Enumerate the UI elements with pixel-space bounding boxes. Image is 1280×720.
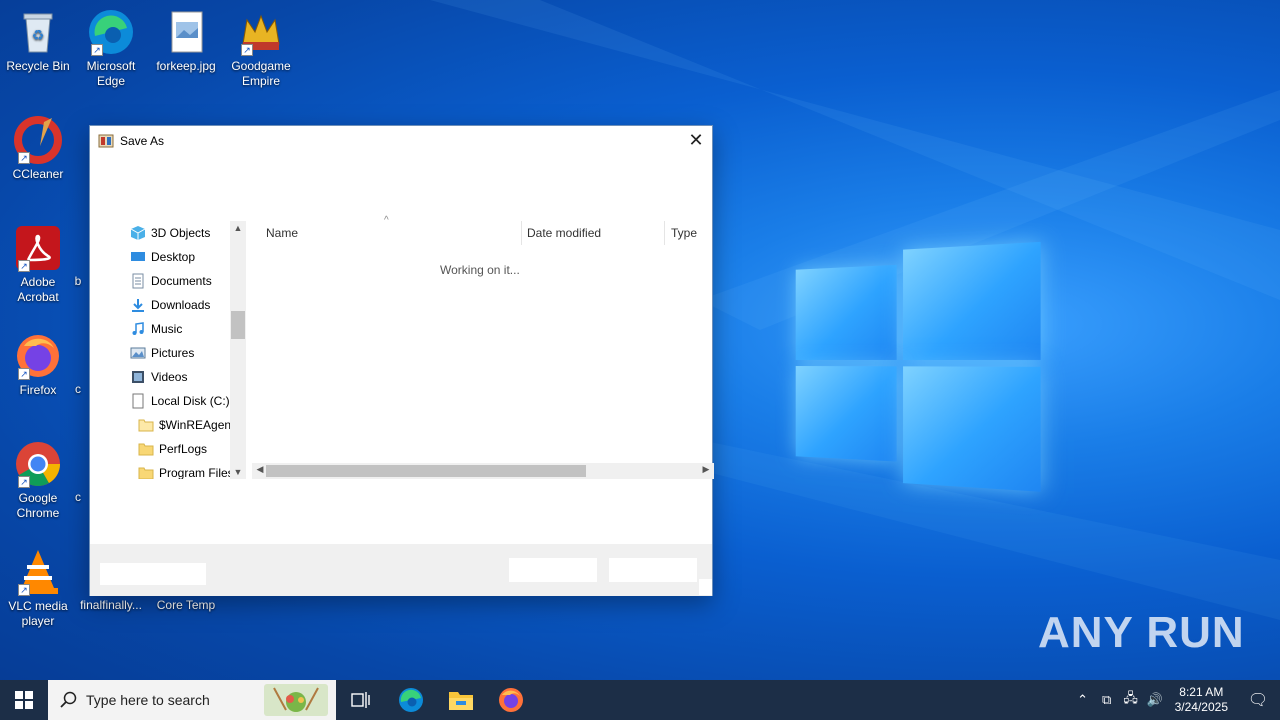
- column-name[interactable]: Name: [266, 221, 298, 245]
- start-button[interactable]: [0, 680, 48, 720]
- windows-start-icon: [15, 691, 33, 709]
- desktop-icon-recycle-bin[interactable]: ♻ Recycle Bin: [0, 8, 76, 74]
- taskbar-edge[interactable]: [386, 680, 436, 720]
- column-type[interactable]: Type: [671, 221, 697, 245]
- nav-item-music[interactable]: Music: [120, 317, 244, 341]
- scroll-down-icon[interactable]: ▼: [230, 467, 246, 477]
- scroll-right-icon[interactable]: ▶: [698, 464, 714, 475]
- desktop-folder-icon: [131, 252, 145, 261]
- column-divider[interactable]: [664, 221, 665, 245]
- desktop-icon-adobe-acrobat[interactable]: ↗ Adobe Acrobat: [0, 224, 76, 305]
- acrobat-icon: ↗: [14, 224, 62, 272]
- edge-icon: ↗: [87, 8, 135, 56]
- downloads-icon: [132, 299, 144, 312]
- music-icon: [132, 322, 144, 335]
- taskbar-file-explorer[interactable]: [436, 680, 486, 720]
- loading-status: Working on it...: [440, 263, 520, 277]
- hide-folders-toggle[interactable]: [100, 563, 206, 585]
- file-list-horizontal-scrollbar[interactable]: ◀ ▶: [252, 463, 714, 479]
- nav-item-videos[interactable]: Videos: [120, 365, 244, 389]
- task-view-icon: [351, 692, 370, 708]
- close-button[interactable]: ✕: [680, 126, 712, 154]
- crown-icon: ↗: [237, 8, 285, 56]
- desktop-icon-goodgame-empire[interactable]: ↗ Goodgame Empire: [223, 8, 299, 89]
- search-icon: [60, 691, 77, 708]
- desktop-icon-finalfinally[interactable]: finalfinally...: [73, 598, 149, 613]
- documents-icon: [132, 273, 144, 289]
- videos-icon: [132, 371, 144, 383]
- system-tray: ⌃ ⧉ 🖧 🔊 8:21 AM 3/24/2025 🗨: [1071, 680, 1280, 720]
- desktop-icon-ccleaner[interactable]: ↗ CCleaner: [0, 116, 76, 182]
- desktop-icon-core-temp[interactable]: Core Temp: [148, 598, 224, 613]
- notifications-icon[interactable]: 🗨: [1236, 690, 1280, 710]
- scroll-up-icon[interactable]: ▲: [230, 223, 246, 233]
- recycle-bin-icon: ♻: [14, 8, 62, 56]
- dialog-footer: [90, 544, 712, 596]
- taskbar-clock[interactable]: 8:21 AM 3/24/2025: [1167, 685, 1236, 715]
- desktop-icon-google-chrome[interactable]: ↗ Google Chrome: [0, 440, 76, 521]
- folder-icon: [138, 467, 154, 479]
- task-view-button[interactable]: [336, 680, 386, 720]
- nav-item-documents[interactable]: Documents: [120, 269, 244, 293]
- cancel-button[interactable]: [609, 558, 697, 582]
- dialog-title: Save As: [120, 134, 165, 148]
- nav-item-local-disk[interactable]: Local Disk (C:): [120, 389, 244, 413]
- dialog-titlebar[interactable]: Save As: [90, 126, 712, 156]
- resize-grip[interactable]: [699, 579, 712, 595]
- volume-icon[interactable]: 🔊: [1143, 692, 1167, 708]
- network-adapter-icon[interactable]: ⧉: [1095, 692, 1119, 708]
- nav-item-program-files[interactable]: Program Files: [120, 461, 244, 479]
- nav-item-winreagent[interactable]: $WinREAgent: [120, 413, 244, 437]
- file-list-header: ^ Name Date modified Type: [258, 215, 714, 251]
- windows-logo-wallpaper: [790, 223, 1050, 497]
- 3d-objects-icon: [130, 226, 146, 240]
- nav-item-perflogs[interactable]: PerfLogs: [120, 437, 244, 461]
- taskbar: Type here to search ⌃ ⧉ 🖧 🔊 8:21 AM 3/24…: [0, 680, 1280, 720]
- taskbar-firefox[interactable]: [486, 680, 536, 720]
- anyrun-watermark: ANY RUN: [1038, 608, 1245, 657]
- drive-icon: [132, 393, 144, 409]
- column-divider[interactable]: [521, 221, 522, 245]
- image-file-icon: [162, 8, 210, 56]
- network-icon[interactable]: 🖧: [1119, 689, 1143, 711]
- search-highlight-image: [264, 684, 328, 716]
- ccleaner-icon: ↗: [14, 116, 62, 164]
- nav-item-desktop[interactable]: Desktop: [120, 245, 244, 269]
- nav-scroll-thumb[interactable]: [231, 311, 245, 339]
- save-as-app-icon: [98, 134, 114, 148]
- taskbar-search-box[interactable]: Type here to search: [48, 680, 336, 720]
- nav-item-pictures[interactable]: Pictures: [120, 341, 244, 365]
- nav-vertical-scrollbar[interactable]: ▲ ▼: [230, 221, 246, 479]
- desktop-icon-forkeep[interactable]: forkeep.jpg: [148, 8, 224, 74]
- navigation-pane: 3D Objects Desktop Documents Downloads M…: [120, 221, 244, 479]
- column-date-modified[interactable]: Date modified: [527, 221, 601, 245]
- desktop-icon-vlc[interactable]: ↗ VLC media player: [0, 548, 76, 629]
- firefox-icon: [499, 688, 523, 712]
- desktop-icon-edge[interactable]: ↗ Microsoft Edge: [73, 8, 149, 89]
- file-list-scroll-thumb[interactable]: [266, 465, 586, 477]
- sort-ascending-icon: ^: [384, 215, 389, 226]
- chrome-icon: ↗: [14, 440, 62, 488]
- chevron-up-icon[interactable]: ⌃: [1071, 692, 1095, 708]
- close-icon: ✕: [688, 129, 704, 150]
- search-placeholder: Type here to search: [86, 692, 210, 708]
- save-as-dialog: Save As ✕ 3D Objects Desktop Documents D…: [89, 125, 714, 596]
- save-button[interactable]: [509, 558, 597, 582]
- firefox-icon: ↗: [14, 332, 62, 380]
- edge-icon: [399, 688, 423, 712]
- folder-icon: [138, 443, 154, 456]
- svg-text:♻: ♻: [32, 27, 45, 43]
- nav-item-downloads[interactable]: Downloads: [120, 293, 244, 317]
- nav-item-3d-objects[interactable]: 3D Objects: [120, 221, 244, 245]
- folder-icon: [138, 419, 154, 432]
- file-explorer-icon: [449, 692, 473, 710]
- pictures-icon: [130, 347, 146, 359]
- vlc-icon: ↗: [14, 548, 62, 596]
